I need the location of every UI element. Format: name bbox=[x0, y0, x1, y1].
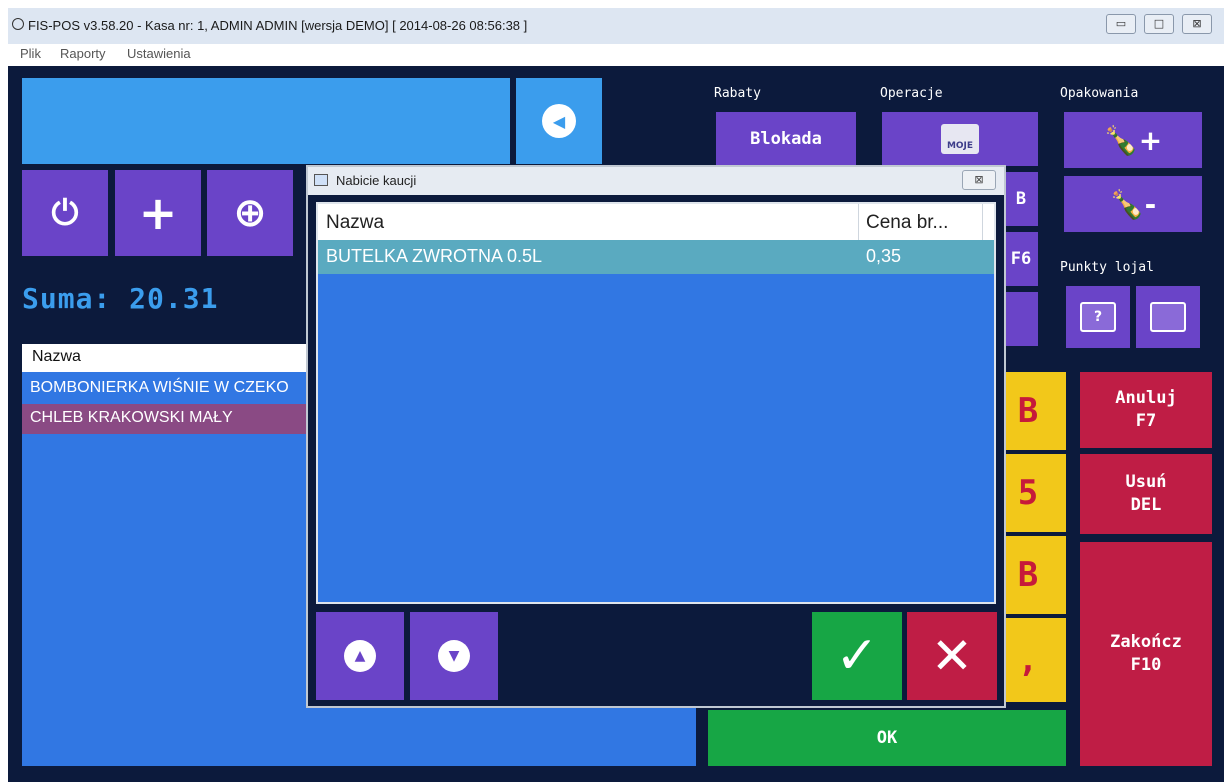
operacje-button-4[interactable] bbox=[1004, 292, 1038, 346]
confirm-button[interactable]: ✓ bbox=[812, 612, 902, 700]
zakoncz-button[interactable]: Zakończ F10 bbox=[1080, 542, 1212, 766]
bottle-add-button[interactable]: 🍾+ bbox=[1064, 112, 1202, 168]
dialog-window-icon bbox=[314, 174, 328, 186]
loyalty-card-query-icon: ? bbox=[1080, 302, 1116, 332]
moje-logo-icon: MOJE bbox=[941, 124, 979, 154]
operacje-button-2[interactable]: B bbox=[1004, 172, 1038, 226]
menu-ustawienia[interactable]: Ustawienia bbox=[127, 46, 191, 61]
receipt-row[interactable]: BOMBONIERKA WIŚNIE W CZEKO bbox=[22, 374, 322, 404]
menu-raporty[interactable]: Raporty bbox=[60, 46, 106, 61]
section-operacje: Operacje bbox=[880, 86, 943, 101]
receipt-row[interactable]: CHLEB KRAKOWSKI MAŁY bbox=[22, 404, 322, 434]
minimize-button[interactable]: ▭ bbox=[1106, 14, 1136, 34]
app-icon bbox=[12, 18, 24, 30]
maximize-button[interactable]: □ bbox=[1144, 14, 1174, 34]
deposit-row-name: BUTELKA ZWROTNA 0.5L bbox=[326, 246, 543, 266]
arrow-down-icon: ▼ bbox=[438, 640, 470, 672]
power-settings-icon: ⏻ bbox=[51, 193, 79, 233]
back-icon: ◀ bbox=[542, 104, 576, 138]
column-header-cena[interactable]: Cena br... bbox=[866, 212, 948, 234]
receipt-list-header: Nazwa bbox=[22, 344, 322, 372]
back-button[interactable]: ◀ bbox=[516, 78, 602, 164]
window-title: FIS-POS v3.58.20 - Kasa nr: 1, ADMIN ADM… bbox=[28, 18, 528, 33]
section-rabaty: Rabaty bbox=[714, 86, 761, 101]
deposit-row-price: 0,35 bbox=[866, 246, 902, 266]
loyalty-query-button[interactable]: ? bbox=[1066, 286, 1130, 348]
plus-circle-icon: ⊕ bbox=[233, 190, 267, 236]
bottle-plus-icon: 🍾+ bbox=[1103, 123, 1163, 157]
scroll-down-button[interactable]: ▼ bbox=[410, 612, 498, 700]
anuluj-button[interactable]: Anuluj F7 bbox=[1080, 372, 1212, 448]
close-window-button[interactable]: ⊠ bbox=[1182, 14, 1212, 34]
moje-button[interactable]: MOJE bbox=[882, 112, 1038, 166]
add-button[interactable]: + bbox=[115, 170, 201, 256]
column-divider bbox=[982, 204, 983, 240]
barcode-display[interactable] bbox=[22, 78, 510, 164]
power-settings-button[interactable]: ⏻ bbox=[22, 170, 108, 256]
total-sum: Suma: 20.31 bbox=[22, 282, 219, 315]
section-opakowania: Opakowania bbox=[1060, 86, 1139, 101]
column-divider bbox=[858, 204, 859, 240]
section-punkty-lojal: Punkty lojal bbox=[1060, 260, 1154, 275]
column-header-nazwa[interactable]: Nazwa bbox=[326, 212, 384, 234]
loyalty-card-icon bbox=[1150, 302, 1186, 332]
dialog-title: Nabicie kaucji bbox=[336, 173, 417, 188]
dialog-close-button[interactable]: ⊠ bbox=[962, 170, 996, 190]
bottle-minus-icon: 🍾- bbox=[1109, 187, 1157, 221]
add-circle-button[interactable]: ⊕ bbox=[207, 170, 293, 256]
operacje-button-f6[interactable]: F6 bbox=[1004, 232, 1038, 286]
ok-button[interactable]: OK bbox=[708, 710, 1066, 766]
check-icon: ✓ bbox=[835, 626, 879, 686]
menu-plik[interactable]: Plik bbox=[20, 46, 41, 61]
usun-button[interactable]: Usuń DEL bbox=[1080, 454, 1212, 534]
cross-icon: ✕ bbox=[931, 627, 973, 685]
bottle-remove-button[interactable]: 🍾- bbox=[1064, 176, 1202, 232]
arrow-up-icon: ▲ bbox=[344, 640, 376, 672]
cancel-button[interactable]: ✕ bbox=[907, 612, 997, 700]
blokada-button[interactable]: Blokada bbox=[716, 112, 856, 166]
scroll-up-button[interactable]: ▲ bbox=[316, 612, 404, 700]
plus-icon: + bbox=[138, 186, 178, 240]
loyalty-card-button[interactable] bbox=[1136, 286, 1200, 348]
